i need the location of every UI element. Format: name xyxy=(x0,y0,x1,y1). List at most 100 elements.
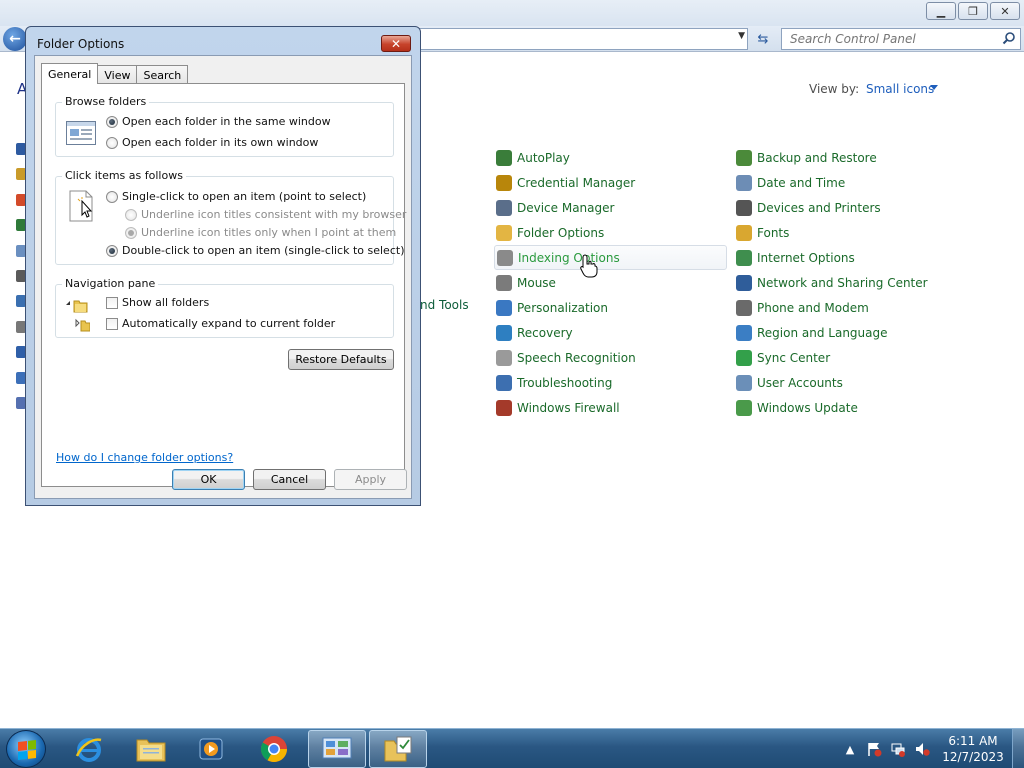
internet-options-icon xyxy=(736,249,752,266)
cp-item-devices-and-printers[interactable]: Devices and Printers xyxy=(736,195,928,220)
double-click-label: Double-click to open an item (single-cli… xyxy=(122,244,405,257)
chrome-icon xyxy=(260,736,288,763)
cancel-button[interactable]: Cancel xyxy=(253,469,326,490)
cp-item-user-accounts[interactable]: User Accounts xyxy=(736,370,928,395)
ok-button[interactable]: OK xyxy=(172,469,245,490)
double-click-option[interactable]: Double-click to open an item (single-cli… xyxy=(106,244,404,257)
taskbar-chrome[interactable] xyxy=(245,730,303,768)
hand-cursor-icon xyxy=(580,254,598,278)
cp-item-backup-and-restore[interactable]: Backup and Restore xyxy=(736,145,928,170)
navigation-pane-group: Navigation pane Show all folders Automat… xyxy=(55,277,394,338)
auto-expand-label: Automatically expand to current folder xyxy=(122,317,336,330)
underline-point-label: Underline icon titles only when I point … xyxy=(141,226,397,239)
same-window-label: Open each folder in the same window xyxy=(122,115,331,128)
troubleshooting-icon xyxy=(496,374,512,391)
help-link[interactable]: How do I change folder options? xyxy=(56,451,233,464)
search-box[interactable] xyxy=(781,28,1021,50)
volume-muted-icon[interactable] xyxy=(914,741,930,757)
view-by-dropdown[interactable]: Small icons xyxy=(866,82,934,96)
cp-item-label: Windows Update xyxy=(757,400,858,415)
cp-item-label: Speech Recognition xyxy=(517,350,636,365)
clock[interactable]: 6:11 AM 12/7/2023 xyxy=(940,733,1006,765)
cp-item-label: Internet Options xyxy=(757,250,855,265)
dialog-title: Folder Options xyxy=(37,37,125,51)
cp-item-indexing-options[interactable]: Indexing Options xyxy=(494,245,727,270)
cp-item-label: Mouse xyxy=(517,275,556,290)
cp-item-speech-recognition[interactable]: Speech Recognition xyxy=(496,345,727,370)
cp-item-troubleshooting[interactable]: Troubleshooting xyxy=(496,370,727,395)
show-all-folders-checkbox[interactable] xyxy=(106,296,118,309)
same-window-radio[interactable] xyxy=(106,115,118,128)
control-panel-icon xyxy=(322,737,352,759)
refresh-button[interactable]: ⇆ xyxy=(752,29,774,49)
cp-item-credential-manager[interactable]: Credential Manager xyxy=(496,170,727,195)
partial-item-label[interactable]: nd Tools xyxy=(420,298,469,312)
cp-item-label: Troubleshooting xyxy=(517,375,613,390)
cp-item-mouse[interactable]: Mouse xyxy=(496,270,727,295)
search-input[interactable] xyxy=(782,29,992,49)
taskbar-media-player[interactable] xyxy=(182,730,240,768)
auto-expand-checkbox[interactable] xyxy=(106,317,118,330)
tab-view[interactable]: View xyxy=(97,65,138,84)
show-all-folders-label: Show all folders xyxy=(122,296,210,309)
back-button[interactable]: ← xyxy=(3,27,27,51)
taskbar-explorer[interactable] xyxy=(122,730,180,768)
click-pointer-icon xyxy=(69,190,93,222)
restore-defaults-button[interactable]: Restore Defaults xyxy=(288,349,394,370)
tab-general[interactable]: General xyxy=(41,63,99,84)
taskbar-folder-options[interactable] xyxy=(369,730,427,768)
own-window-radio[interactable] xyxy=(106,136,118,149)
auto-expand-option[interactable]: Automatically expand to current folder xyxy=(106,317,335,330)
taskbar-internet-explorer[interactable] xyxy=(60,730,118,768)
cp-item-label: Network and Sharing Center xyxy=(757,275,928,290)
own-window-option[interactable]: Open each folder in its own window xyxy=(106,136,318,149)
single-click-option[interactable]: Single-click to open an item (point to s… xyxy=(106,190,366,203)
tab-strip: General View Search xyxy=(41,63,189,84)
network-icon[interactable] xyxy=(890,741,906,757)
cp-item-personalization[interactable]: Personalization xyxy=(496,295,727,320)
browse-folders-title: Browse folders xyxy=(62,95,150,108)
single-click-radio[interactable] xyxy=(106,190,118,203)
tab-search[interactable]: Search xyxy=(136,65,189,84)
show-desktop-button[interactable] xyxy=(1012,729,1024,768)
address-dropdown-icon[interactable]: ▼ xyxy=(738,31,745,41)
cp-item-date-and-time[interactable]: Date and Time xyxy=(736,170,928,195)
cp-item-phone-and-modem[interactable]: Phone and Modem xyxy=(736,295,928,320)
cp-item-label: Date and Time xyxy=(757,175,846,190)
cp-item-label: Sync Center xyxy=(757,350,831,365)
cp-item-folder-options[interactable]: Folder Options xyxy=(496,220,727,245)
cp-item-windows-update[interactable]: Windows Update xyxy=(736,395,928,420)
sync-center-icon xyxy=(736,349,752,366)
cp-item-network-and-sharing-center[interactable]: Network and Sharing Center xyxy=(736,270,928,295)
start-button[interactable] xyxy=(6,730,46,768)
folder-options-icon xyxy=(496,224,512,241)
window-close-button[interactable]: ✕ xyxy=(990,2,1020,20)
cp-item-region-and-language[interactable]: Region and Language xyxy=(736,320,928,345)
cp-item-autoplay[interactable]: AutoPlay xyxy=(496,145,727,170)
search-icon[interactable] xyxy=(1002,31,1016,45)
cp-item-label: Backup and Restore xyxy=(757,150,877,165)
show-hidden-icons-icon[interactable]: ▲ xyxy=(842,741,858,757)
cp-item-device-manager[interactable]: Device Manager xyxy=(496,195,727,220)
same-window-option[interactable]: Open each folder in the same window xyxy=(106,115,331,128)
taskbar-control-panel[interactable] xyxy=(308,730,366,768)
cp-item-recovery[interactable]: Recovery xyxy=(496,320,727,345)
maximize-button[interactable]: ❐ xyxy=(958,2,988,20)
dialog-close-button[interactable]: ✕ xyxy=(381,35,411,52)
windows-firewall-icon xyxy=(496,399,512,416)
phone-and-modem-icon xyxy=(736,299,752,316)
minimize-button[interactable]: ▁ xyxy=(926,2,956,20)
cp-item-sync-center[interactable]: Sync Center xyxy=(736,345,928,370)
cp-item-label: Credential Manager xyxy=(517,175,636,190)
click-items-title: Click items as follows xyxy=(62,169,186,182)
cp-item-windows-firewall[interactable]: Windows Firewall xyxy=(496,395,727,420)
cp-item-fonts[interactable]: Fonts xyxy=(736,220,928,245)
action-center-icon[interactable] xyxy=(866,741,882,757)
show-all-folders-option[interactable]: Show all folders xyxy=(106,296,209,309)
window-titlebar: ▁ ❐ ✕ xyxy=(0,0,1024,26)
address-box[interactable]: ▼ xyxy=(410,28,748,50)
devices-and-printers-icon xyxy=(736,199,752,216)
cp-item-internet-options[interactable]: Internet Options xyxy=(736,245,928,270)
chevron-down-icon[interactable] xyxy=(930,85,938,90)
double-click-radio[interactable] xyxy=(106,244,118,257)
